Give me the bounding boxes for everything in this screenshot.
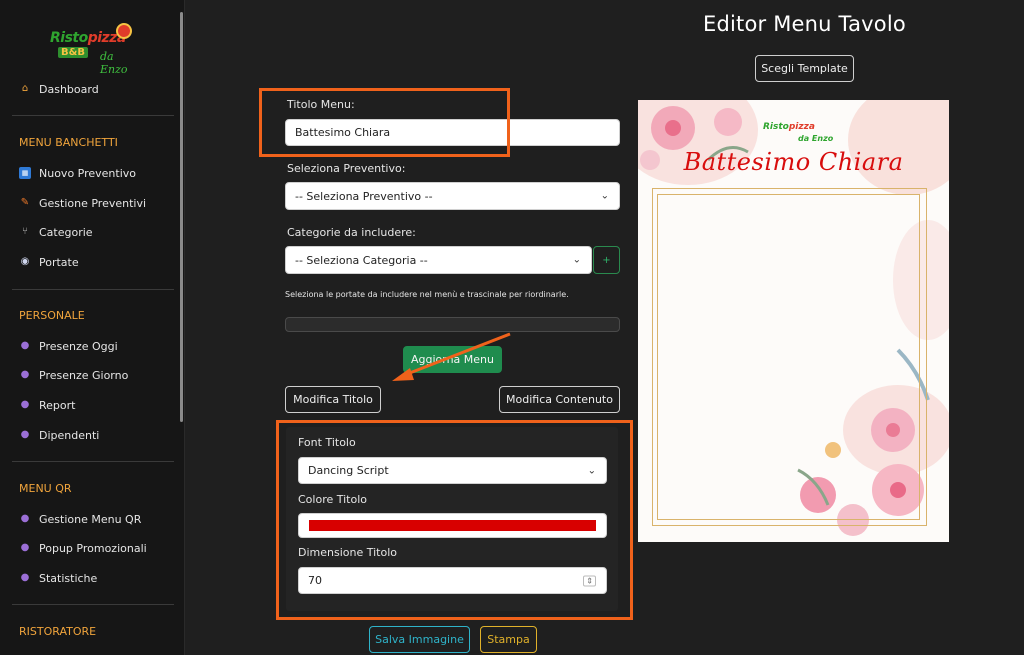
chevron-down-icon: ⌄ — [600, 190, 609, 202]
categorie-label: Categorie da includere: — [287, 226, 416, 239]
sidebar-item-categorie[interactable]: ⑂ Categorie — [19, 224, 93, 240]
sidebar-item-dashboard[interactable]: ⌂ Dashboard — [19, 81, 99, 97]
sidebar-item-report[interactable]: ● Report — [19, 397, 76, 413]
user-icon: ● — [20, 513, 30, 524]
chevron-down-icon: ⌄ — [572, 254, 581, 266]
section-personale: PERSONALE — [19, 309, 85, 322]
highlight-panel-box — [276, 420, 633, 620]
section-ristoratore: RISTORATORE — [19, 625, 97, 638]
preview-title: Battesimo Chiara — [683, 148, 904, 176]
categoria-select-value: -- Seleziona Categoria -- — [295, 253, 428, 267]
user-icon: ● — [20, 429, 30, 440]
sidebar-item-label: Portate — [39, 255, 79, 269]
user-icon: ● — [20, 369, 30, 380]
sidebar-item-label: Dipendenti — [39, 428, 100, 442]
section-menu-qr: MENU QR — [19, 482, 72, 495]
utensils-icon: ⑂ — [22, 226, 28, 237]
sidebar-item-label: Gestione Menu QR — [39, 512, 142, 526]
sidebar-item-dipendenti[interactable]: ● Dipendenti — [19, 427, 100, 443]
sidebar-item-nuovo-preventivo[interactable]: ▦ Nuovo Preventivo — [19, 165, 136, 181]
sidebar-item-popup-promozionali[interactable]: ● Popup Promozionali — [19, 540, 147, 556]
logo-subtitle: da Enzo — [100, 50, 128, 76]
salva-immagine-button[interactable]: Salva Immagine — [369, 626, 470, 653]
preventivo-select[interactable]: -- Seleziona Preventivo -- ⌄ — [285, 182, 620, 210]
modifica-titolo-button[interactable]: Modifica Titolo — [285, 386, 381, 413]
modifica-contenuto-button[interactable]: Modifica Contenuto — [499, 386, 620, 413]
sidebar-item-portate[interactable]: ◉ Portate — [19, 254, 79, 270]
menu-preview: Ristopizza da Enzo Battesimo Chiara — [638, 100, 949, 542]
pencil-icon: ✎ — [20, 197, 30, 208]
sidebar-item-label: Nuovo Preventivo — [39, 166, 137, 180]
preview-frame-inner — [657, 194, 920, 520]
sidebar-item-presenze-giorno[interactable]: ● Presenze Giorno — [19, 367, 129, 383]
sidebar-item-statistiche[interactable]: ● Statistiche — [19, 570, 98, 586]
preventivo-select-value: -- Seleziona Preventivo -- — [295, 189, 433, 203]
preview-logo-subtitle: da Enzo — [798, 134, 834, 143]
sidebar-divider — [12, 115, 174, 116]
sidebar-item-label: Presenze Giorno — [39, 368, 129, 382]
calendar-icon: ▦ — [19, 167, 31, 179]
sidebar-item-label: Popup Promozionali — [39, 541, 147, 555]
sidebar-item-label: Dashboard — [39, 82, 99, 96]
user-icon: ● — [20, 399, 30, 410]
annotation-arrow-icon — [392, 332, 511, 381]
sidebar-scrollbar[interactable] — [180, 12, 183, 422]
sidebar-divider — [12, 604, 174, 605]
categoria-select[interactable]: -- Seleziona Categoria -- ⌄ — [285, 246, 592, 274]
sidebar-divider — [12, 289, 174, 290]
highlight-titolo-box — [259, 88, 510, 157]
sidebar-item-gestione-menu-qr[interactable]: ● Gestione Menu QR — [19, 511, 142, 527]
preview-logo: Ristopizza — [763, 122, 815, 132]
sidebar-item-label: Presenze Oggi — [39, 339, 118, 353]
sidebar-item-gestione-preventivi[interactable]: ✎ Gestione Preventivi — [19, 195, 146, 211]
logo-title: Ristopizza — [50, 30, 126, 46]
user-icon: ● — [20, 340, 30, 351]
add-category-button[interactable]: + — [593, 246, 620, 274]
sidebar-item-label: Statistiche — [39, 571, 98, 585]
sidebar-item-label: Gestione Preventivi — [39, 196, 147, 210]
sidebar-item-presenze-oggi[interactable]: ● Presenze Oggi — [19, 338, 118, 354]
choose-template-button[interactable]: Scegli Template — [755, 55, 854, 82]
preventivo-label: Seleziona Preventivo: — [287, 162, 406, 175]
user-icon: ● — [20, 542, 30, 553]
logo-bb: B&B — [58, 47, 88, 58]
logo[interactable]: Ristopizza B&B da Enzo — [50, 20, 140, 76]
sidebar-divider — [12, 461, 174, 462]
sidebar: Ristopizza B&B da Enzo ⌂ Dashboard MENU … — [0, 0, 185, 655]
page-title: Editor Menu Tavolo — [703, 12, 906, 36]
stampa-button[interactable]: Stampa — [480, 626, 537, 653]
user-icon: ● — [20, 572, 30, 583]
house-icon: ⌂ — [21, 83, 29, 94]
logo-emblem-icon — [116, 23, 132, 39]
dish-icon: ◉ — [20, 256, 30, 267]
sidebar-item-label: Report — [39, 398, 76, 412]
sidebar-item-label: Categorie — [39, 225, 93, 239]
portate-hint: Seleziona le portate da includere nel me… — [285, 290, 569, 299]
section-menu-banchetti: MENU BANCHETTI — [19, 136, 118, 149]
